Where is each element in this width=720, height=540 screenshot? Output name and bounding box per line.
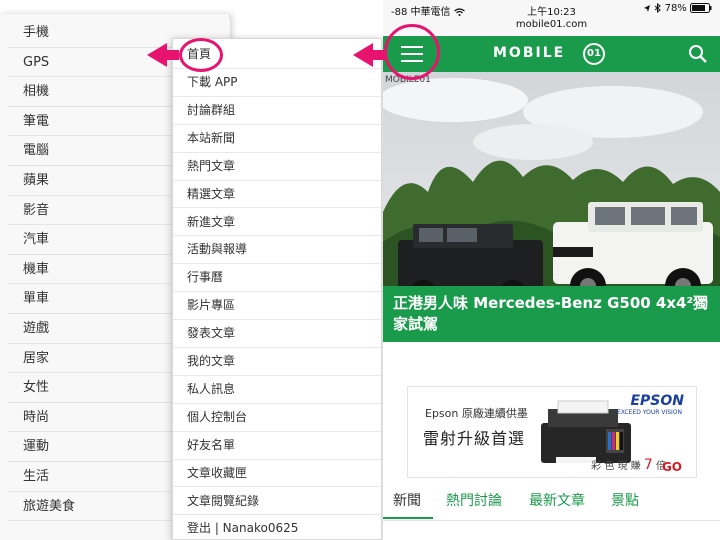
location-icon [644,4,651,12]
menu-item-calendar[interactable]: 行事曆 [173,264,381,293]
menu-item-post-article[interactable]: 發表文章 [173,320,381,348]
epson-tagline: EXCEED YOUR VISION [617,409,682,416]
tabs-divider [383,520,720,521]
menu-item-logout[interactable]: 登出 | Nanako0625 [173,515,381,539]
status-bar: -88 中華電信 上午10:23 78% [383,0,720,18]
tab-latest-articles[interactable]: 最新文章 [529,490,585,510]
site-logo-badge: 01 [583,43,605,65]
menu-item-events[interactable]: 活動與報導 [173,236,381,265]
menu-item-featured-articles[interactable]: 精選文章 [173,180,381,209]
menu-item-videos[interactable]: 影片專區 [173,292,381,321]
menu-item-forum-groups[interactable]: 討論群組 [173,96,381,125]
search-icon[interactable] [688,44,708,64]
screenshot-stage: 手機 GPS 相機 筆電 電腦 蘋果 影音 汽車 機車 單車 遊戲 居家 女性 … [0,0,720,540]
epson-ad-banner[interactable]: Epson 原廠連續供墨 雷射升級首選 EPSON EXCEED YOUR VI… [407,386,697,478]
ad-go-label: GO [661,460,682,474]
phone-screen: -88 中華電信 上午10:23 78% mobile01.com MOBILE… [383,0,720,540]
menu-item-favorites[interactable]: 文章收藏匣 [173,459,381,488]
menu-item-control-panel[interactable]: 個人控制台 [173,403,381,432]
arrow-left-icon [353,43,385,67]
bluetooth-icon [655,2,662,14]
menu-item-site-news[interactable]: 本站新聞 [173,124,381,153]
menu-item-history[interactable]: 文章閱覽紀錄 [173,487,381,516]
tab-news[interactable]: 新聞 [393,490,421,510]
menu-item-hot-articles[interactable]: 熱門文章 [173,152,381,181]
tab-attractions[interactable]: 景點 [611,490,639,510]
ad-headline: 雷射升級首選 [423,429,526,448]
url-bar[interactable]: mobile01.com [383,17,720,35]
menu-item-friends[interactable]: 好友名單 [173,431,381,460]
arrow-left-icon [147,43,179,67]
content-tabs: 新聞 熱門討論 最新文章 景點 [383,486,720,522]
battery-icon [690,3,712,13]
epson-logo: EPSON [630,393,684,409]
ad-brand: Epson 原廠連續供墨 [425,407,528,420]
menu-item-private-messages[interactable]: 私人訊息 [173,375,381,404]
menu-item-download-app[interactable]: 下載 APP [173,69,381,97]
battery-percent: 78% [664,3,687,14]
hero-caption[interactable]: 正港男人味 Mercedes-Benz G500 4x4²獨家試駕 [383,286,720,342]
highlight-ring-home [179,38,223,72]
ad-promo: 彩 色 現 賺 7 倍 [591,457,666,473]
highlight-ring-hamburger [384,24,440,80]
site-logo[interactable]: MOBILE [493,45,565,61]
hero-article[interactable]: MOBILE01 正港男人味 Mercedes-Benz G500 4x4²獨家… [383,72,720,342]
menu-item-my-articles[interactable]: 我的文章 [173,348,381,376]
menu-item-new-articles[interactable]: 新進文章 [173,208,381,237]
tab-hot-discussions[interactable]: 熱門討論 [446,490,502,510]
main-menu: 首頁 下載 APP 討論群組 本站新聞 熱門文章 精選文章 新進文章 活動與報導… [172,38,382,540]
battery-area: 78% [643,2,712,14]
active-tab-indicator [383,517,433,519]
